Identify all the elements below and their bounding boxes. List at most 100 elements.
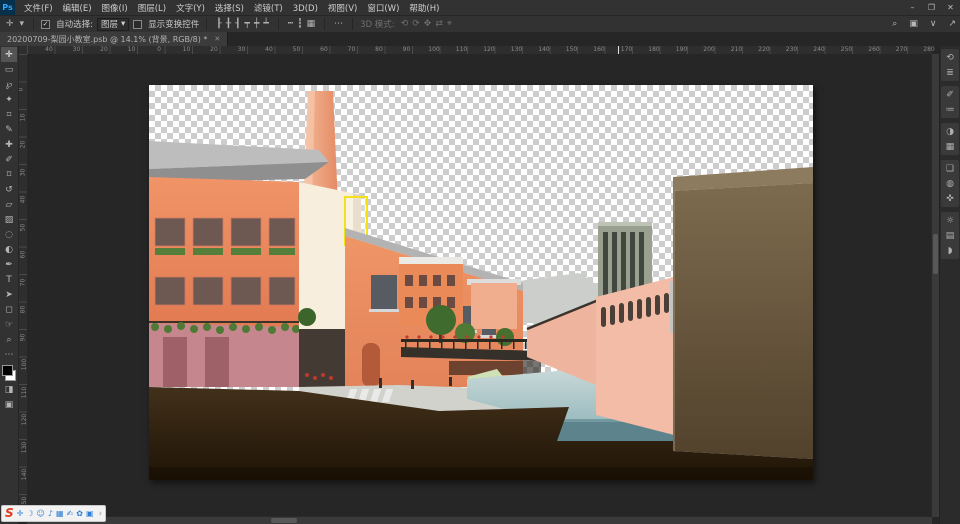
panel-libraries-icon[interactable]: ▤ — [943, 229, 957, 242]
panel-color-icon[interactable]: ◑ — [943, 125, 957, 138]
sogou-expand-icon[interactable]: › — [99, 509, 103, 519]
sogou-handwriting-icon[interactable]: ✍ — [67, 509, 74, 518]
history-brush-tool[interactable]: ↺ — [1, 182, 17, 197]
vertical-scrollbar[interactable] — [931, 54, 939, 517]
panel-brush-icon[interactable]: ✐ — [943, 88, 957, 101]
auto-select-dropdown[interactable]: 图层 ▾ — [97, 18, 129, 31]
v-ruler-label: 40 — [19, 196, 26, 204]
menu-item[interactable]: 编辑(E) — [58, 4, 97, 14]
panel-layers-icon[interactable]: ❏ — [943, 162, 957, 175]
align-right-icon[interactable]: ┨ — [233, 19, 242, 29]
lasso-tool[interactable]: ℘ — [1, 77, 17, 92]
v-ruler-label: 60 — [19, 251, 26, 259]
sogou-toolbox-icon[interactable]: ▣ — [86, 509, 94, 518]
auto-select-checkbox[interactable]: ✓ — [41, 20, 50, 29]
sogou-pin-icon[interactable]: ✛ — [17, 509, 24, 518]
restore-button[interactable]: ❐ — [922, 0, 941, 15]
close-button[interactable]: ✕ — [941, 0, 960, 15]
tab-close-icon[interactable]: ✕ — [214, 35, 220, 43]
share-icon[interactable]: ↗ — [944, 19, 960, 29]
workspace-chevron-icon[interactable]: ∨ — [926, 19, 941, 29]
h-ruler-label: 100 — [428, 46, 439, 54]
type-tool[interactable]: T — [1, 272, 17, 287]
sogou-skin-icon[interactable]: ✿ — [76, 509, 83, 518]
shape-tool[interactable]: ◻ — [1, 302, 17, 317]
align-bottom-icon[interactable]: ┷ — [261, 19, 270, 29]
menu-item[interactable]: 文字(Y) — [171, 4, 210, 14]
sogou-emoji-icon[interactable]: ☺ — [37, 509, 45, 518]
zoom-tool[interactable]: ⌕ — [1, 332, 17, 347]
distribute-v-icon[interactable]: ┅ — [286, 19, 295, 29]
dock-group-2: ✐≔ — [941, 86, 959, 118]
input-method-toolbar[interactable]: S ✛☽ ☺♪▦✍✿▣ › — [1, 505, 106, 522]
menu-item[interactable]: 图层(L) — [133, 4, 171, 14]
sogou-keyboard-icon[interactable]: ▦ — [56, 509, 64, 518]
move-tool[interactable]: ✛ — [1, 47, 17, 62]
sogou-voice-icon[interactable]: ♪ — [48, 509, 53, 518]
panel-brush-settings-icon[interactable]: ≔ — [943, 103, 957, 116]
eraser-tool[interactable]: ▱ — [1, 197, 17, 212]
foreground-color-swatch[interactable] — [2, 365, 13, 376]
quick-mask-button[interactable]: ◨ — [1, 382, 17, 397]
marquee-tool[interactable]: ▭ — [1, 62, 17, 77]
panel-swatches-icon[interactable]: ▦ — [943, 140, 957, 153]
screen-mode-button[interactable]: ▣ — [1, 397, 17, 412]
h-ruler-label: 50 — [293, 46, 301, 54]
blur-tool[interactable]: ◌ — [1, 227, 17, 242]
more-options-icon[interactable]: ⋯ — [332, 19, 345, 29]
dock-group-5: ☼ ▤ ◗ — [941, 212, 959, 259]
align-v-center-icon[interactable]: ┿ — [252, 19, 261, 29]
distribute-h-icon[interactable]: ┇ — [295, 19, 304, 29]
panel-properties-icon[interactable]: ≣ — [943, 66, 957, 79]
align-left-icon[interactable]: ┠ — [214, 19, 223, 29]
show-transform-checkbox[interactable] — [133, 20, 142, 29]
menu-item[interactable]: 帮助(H) — [404, 4, 444, 14]
horizontal-scrollbar[interactable] — [27, 516, 932, 524]
sogou-logo[interactable]: S — [5, 507, 14, 520]
clone-stamp-tool[interactable]: ⌑ — [1, 167, 17, 182]
vertical-scrollbar-thumb[interactable] — [933, 234, 938, 274]
hand-tool[interactable]: ☞ — [1, 317, 17, 332]
minimize-button[interactable]: – — [903, 0, 922, 15]
edit-toolbar-button[interactable]: ⋯ — [1, 347, 17, 362]
menu-item[interactable]: 视图(V) — [323, 4, 362, 14]
panel-paths-icon[interactable]: ✜ — [943, 192, 957, 205]
eyedropper-tool[interactable]: ✎ — [1, 122, 17, 137]
auto-select-value: 图层 — [101, 18, 118, 30]
panel-channels-icon[interactable]: ◍ — [943, 177, 957, 190]
panel-learn-icon[interactable]: ☼ — [943, 214, 957, 227]
color-swatches[interactable] — [1, 364, 17, 382]
gradient-tool[interactable]: ▨ — [1, 212, 17, 227]
sogou-mode-icon[interactable]: ☽ — [26, 509, 33, 518]
menu-item[interactable]: 选择(S) — [210, 4, 249, 14]
canvas-viewport[interactable] — [27, 54, 932, 517]
panel-history-icon[interactable]: ⟲ — [943, 51, 957, 64]
crop-tool[interactable]: ⌗ — [1, 107, 17, 122]
brush-tool[interactable]: ✐ — [1, 152, 17, 167]
menu-item[interactable]: 3D(D) — [288, 4, 323, 14]
h-ruler-label: 200 — [703, 46, 714, 54]
v-ruler-label: 10 — [19, 113, 26, 121]
tools-panel: ✛▭℘✦⌗✎✚✐⌑↺▱▨◌◐✒T➤◻☞⌕⋯ ◨▣ — [0, 46, 19, 524]
pen-tool[interactable]: ✒ — [1, 257, 17, 272]
healing-brush-tool[interactable]: ✚ — [1, 137, 17, 152]
canvas[interactable] — [149, 85, 813, 480]
photoshop-window: Ps 文件(F)编辑(E)图像(I)图层(L)文字(Y)选择(S)滤镜(T)3D… — [0, 0, 960, 524]
document-tab[interactable]: 20200709-梨园小教室.psb @ 14.1% (背景, RGB/8) *… — [0, 32, 228, 46]
align-h-center-icon[interactable]: ╂ — [224, 19, 233, 29]
align-top-icon[interactable]: ┯ — [243, 19, 252, 29]
dodge-tool[interactable]: ◐ — [1, 242, 17, 257]
panel-adjustments-icon[interactable]: ◗ — [943, 244, 957, 257]
path-select-tool[interactable]: ➤ — [1, 287, 17, 302]
tool-preset-chevron-icon[interactable]: ▾ — [18, 19, 27, 29]
workspace-icon[interactable]: ▣ — [905, 19, 922, 29]
quick-select-tool[interactable]: ✦ — [1, 92, 17, 107]
horizontal-scrollbar-thumb[interactable] — [271, 518, 297, 523]
menu-item[interactable]: 窗口(W) — [362, 4, 404, 14]
distribute-spacing-icon[interactable]: ▦ — [305, 19, 318, 29]
menu-item[interactable]: 文件(F) — [19, 4, 58, 14]
search-icon[interactable]: ⌕ — [888, 19, 901, 29]
menu-item[interactable]: 滤镜(T) — [249, 4, 288, 14]
show-transform-label: 显示变换控件 — [148, 18, 199, 30]
menu-item[interactable]: 图像(I) — [97, 4, 133, 14]
